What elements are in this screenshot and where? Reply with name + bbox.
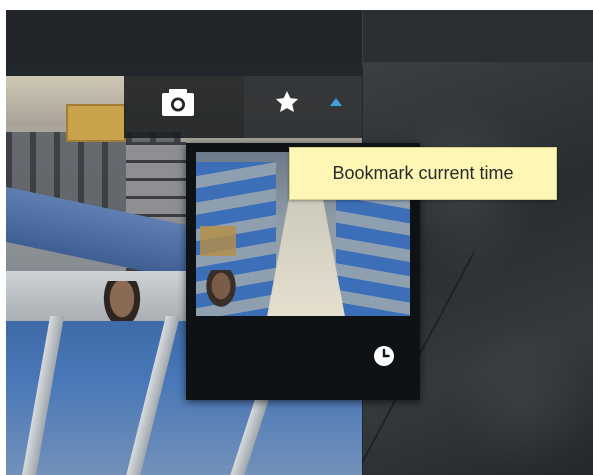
bookmark-button[interactable]: [270, 84, 304, 120]
time-button[interactable]: [373, 345, 395, 367]
tile-texture: [453, 322, 593, 472]
tooltip: Bookmark current time: [289, 147, 557, 200]
snapshot-button[interactable]: [158, 84, 198, 120]
screen: Bookmark current time: [0, 0, 593, 475]
feed-detail: [66, 104, 126, 142]
expand-toolbar-button[interactable]: [328, 94, 344, 110]
camera-icon: [162, 89, 194, 116]
top-bar-right: [363, 10, 593, 62]
tooltip-text: Bookmark current time: [332, 163, 514, 183]
star-icon: [275, 90, 299, 112]
thumbnail-detail: [200, 226, 236, 256]
thumbnail-detail: [204, 270, 238, 310]
caret-up-icon: [330, 98, 342, 106]
top-bar: [6, 10, 363, 66]
clock-icon: [374, 346, 394, 366]
